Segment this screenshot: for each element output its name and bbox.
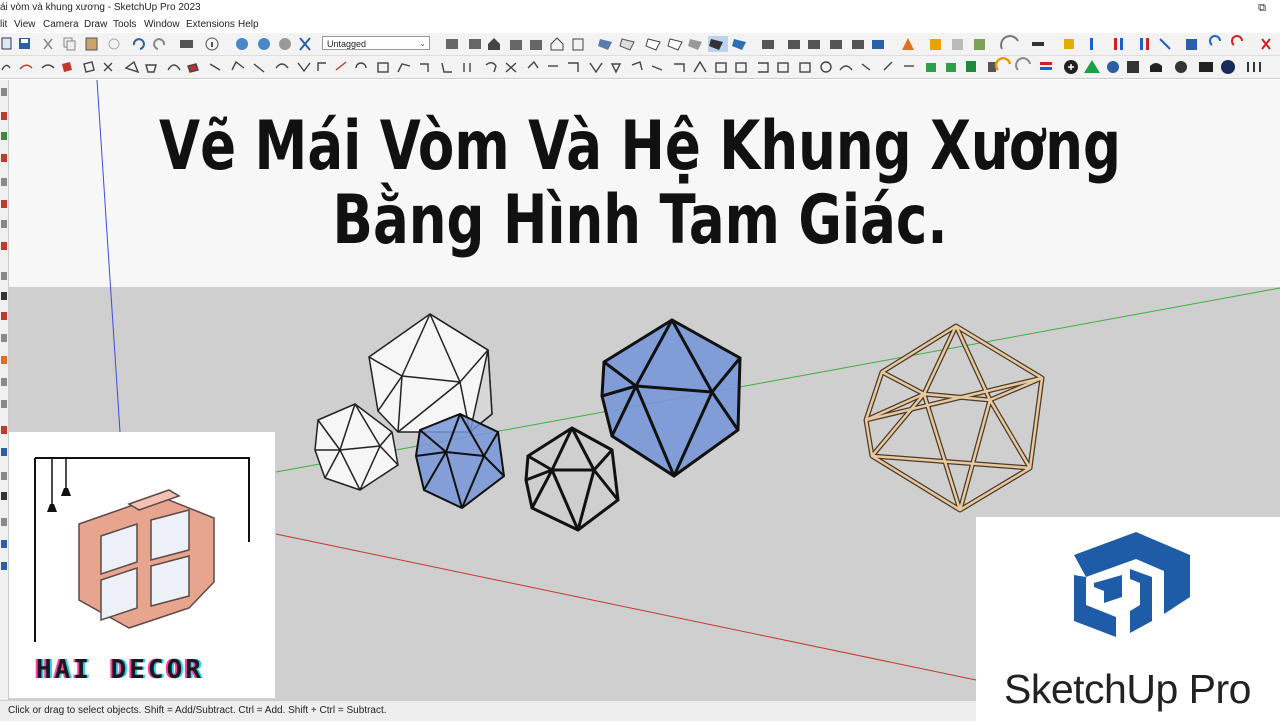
wooden-frame-icosahedron: [863, 323, 1045, 513]
red-axis: [275, 533, 977, 681]
headline-line-2: Bằng Hình Tam Giác.: [332, 181, 948, 260]
sketchup-pro-text: SketchUp Pro: [1004, 666, 1251, 712]
status-bar: Click or drag to select objects. Shift =…: [0, 700, 976, 721]
headline-line-1: Vẽ Mái Vòm Và Hệ Khung Xương: [159, 107, 1121, 186]
status-text: Click or drag to select objects. Shift =…: [8, 705, 387, 716]
black-frame-icosahedron: [524, 426, 620, 532]
blue-axis: [96, 79, 121, 433]
video-headline: Vẽ Mái Vòm Và Hệ Khung Xương Bằng Hình T…: [141, 110, 1139, 258]
hai-decor-text: HAI DECOR: [36, 655, 204, 685]
blue-glass-icosahedron-large: [600, 318, 742, 478]
blue-glass-icosahedron-small: [414, 412, 506, 510]
white-icosahedron-large: [368, 313, 493, 434]
